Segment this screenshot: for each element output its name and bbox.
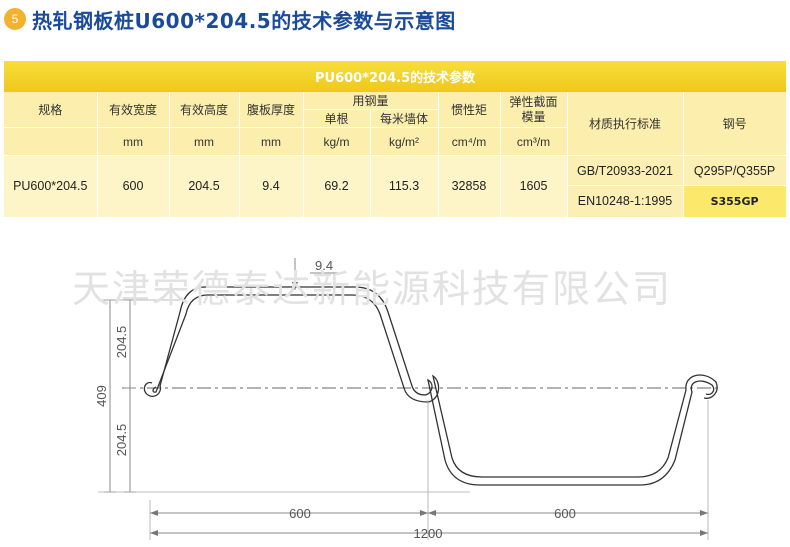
cell-modulus: 1605: [500, 155, 568, 217]
unit-inertia: cm⁴/m: [438, 127, 501, 156]
header-modulus-line1: 弹性截面: [509, 94, 558, 109]
header-width: 有效宽度: [97, 92, 170, 128]
header-per-m2: 每米墙体: [370, 109, 439, 128]
pile-profile-inner: [152, 294, 718, 478]
dim-right-width-label: 600: [554, 506, 576, 521]
section-header: 5 热轧钢板桩U600*204.5的技术参数与示意图: [4, 4, 456, 34]
unit-single: kg/m: [303, 127, 371, 156]
header-inertia: 惯性矩: [438, 92, 501, 128]
cell-inertia: 32858: [438, 155, 501, 217]
cell-grade-1: Q295P/Q355P: [682, 155, 787, 186]
dim-arrow: [700, 510, 708, 516]
cell-standard-2: EN10248-1:1995: [567, 185, 684, 217]
page-title: 热轧钢板桩U600*204.5的技术参数与示意图: [32, 8, 456, 33]
dim-upper-height-label: 204.5: [114, 326, 129, 359]
dim-arrow: [700, 530, 708, 536]
header-standard: 材质执行标准: [567, 92, 684, 156]
table-header-row: 规格 有效宽度 有效高度 腹板厚度 用钢量 惯性矩 弹性截面 模量 材质执行标准…: [4, 92, 787, 156]
pile-profile-outer: [143, 286, 715, 486]
table-row: PU600*204.5 600 204.5 9.4 69.2 115.3 328…: [4, 155, 787, 217]
header-modulus-line2: 模量: [521, 109, 546, 124]
unit-height: mm: [169, 127, 240, 156]
cell-height: 204.5: [169, 155, 240, 217]
cell-web: 9.4: [239, 155, 304, 217]
header-height: 有效高度: [169, 92, 240, 128]
unit-spec: [4, 127, 98, 156]
dim-lower-height-label: 204.5: [114, 424, 129, 457]
dim-total-height-label: 409: [94, 385, 109, 407]
dim-arrow: [428, 510, 436, 516]
dim-left-width-label: 600: [289, 506, 311, 521]
spec-table: PU600*204.5的技术参数 规格 有效宽度 有效高度 腹板厚度 用钢量 惯…: [4, 61, 787, 217]
header-steel-use: 用钢量: [303, 92, 439, 110]
company-watermark: 天津荣德泰达新能源科技有限公司: [72, 267, 673, 311]
unit-per-m2: kg/m²: [370, 127, 439, 156]
cell-spec: PU600*204.5: [4, 155, 98, 217]
header-modulus: 弹性截面 模量: [500, 92, 568, 128]
cell-width: 600: [97, 155, 170, 217]
unit-web: mm: [239, 127, 304, 156]
dim-arrow: [150, 510, 158, 516]
header-web: 腹板厚度: [239, 92, 304, 128]
table-title: PU600*204.5的技术参数: [4, 61, 787, 92]
cell-single: 69.2: [303, 155, 371, 217]
dim-arrow: [150, 530, 158, 536]
cell-per-m2: 115.3: [370, 155, 439, 217]
dim-total-width-label: 1200: [414, 526, 443, 541]
unit-width: mm: [97, 127, 170, 156]
section-number-badge: 5: [4, 8, 26, 30]
cell-grade-2: S355GP: [683, 185, 787, 217]
header-spec: 规格: [4, 92, 98, 128]
table-title-row: PU600*204.5的技术参数: [4, 61, 787, 92]
unit-modulus: cm³/m: [500, 127, 568, 156]
cell-standard-1: GB/T20933-2021: [567, 155, 684, 186]
dim-arrow: [420, 510, 428, 516]
header-grade: 钢号: [683, 92, 787, 156]
header-single: 单根: [303, 109, 371, 128]
